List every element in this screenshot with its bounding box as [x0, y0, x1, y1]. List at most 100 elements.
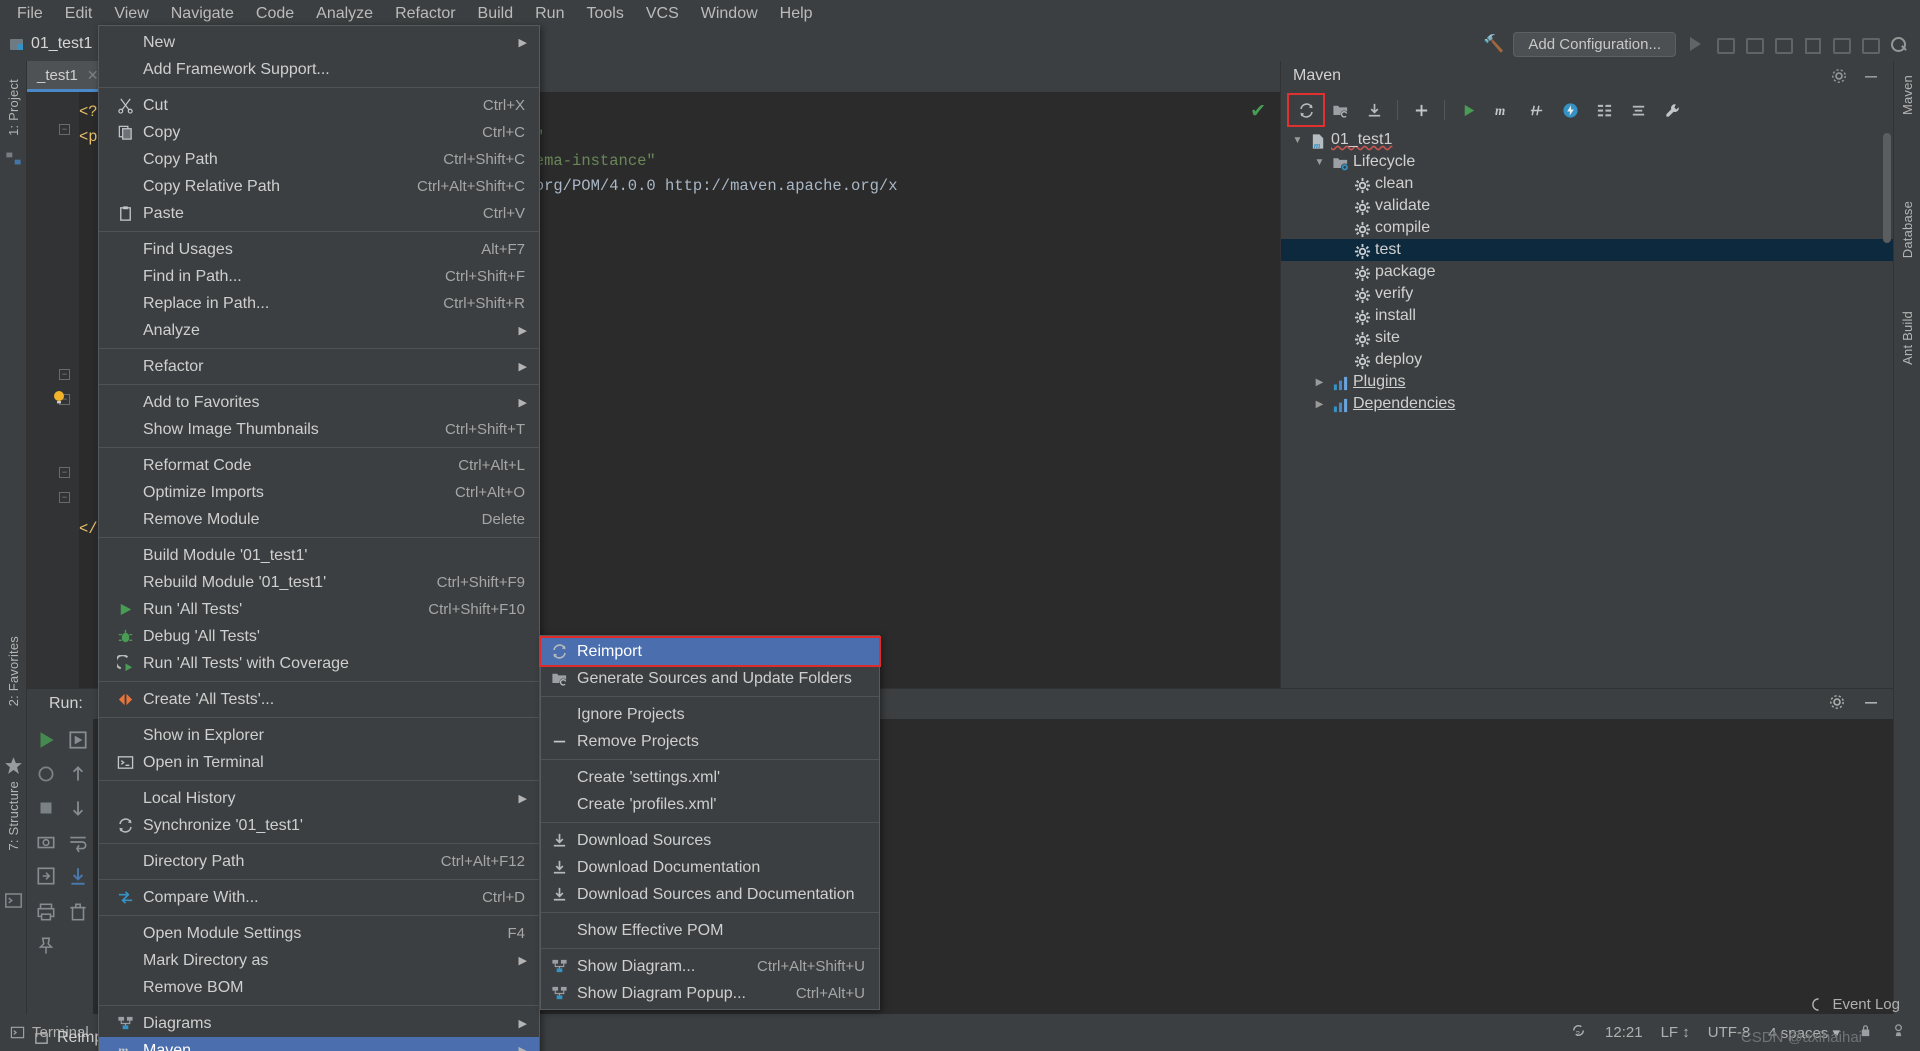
- show-dependencies-button[interactable]: [1587, 95, 1621, 125]
- sidebar-item-maven[interactable]: Maven: [1900, 75, 1915, 115]
- maven-tree-node-verify[interactable]: verify: [1281, 283, 1893, 305]
- menu-item-find-usages[interactable]: Find Usages Alt+F7: [99, 236, 539, 263]
- menu-item-download-documentation[interactable]: Download Documentation: [541, 854, 879, 881]
- sidebar-item-database[interactable]: Database: [1900, 201, 1915, 258]
- maven-tree-node-plugins[interactable]: ▶ Plugins: [1281, 371, 1893, 393]
- menu-item-add-framework-support[interactable]: Add Framework Support...: [99, 56, 539, 83]
- menu-code[interactable]: Code: [245, 3, 305, 25]
- favorites-star-icon[interactable]: [4, 756, 23, 775]
- menu-item-cut[interactable]: Cut Ctrl+X: [99, 92, 539, 119]
- maven-tree-node-install[interactable]: install: [1281, 305, 1893, 327]
- intention-bulb-icon[interactable]: [51, 390, 64, 406]
- run-panel-minimize-icon[interactable]: [1863, 694, 1879, 715]
- close-icon[interactable]: ✕: [87, 67, 99, 84]
- editor-tab-pom-xml[interactable]: _test1 ✕: [27, 61, 109, 92]
- settings-icon[interactable]: [1859, 34, 1880, 54]
- menu-item-show-in-explorer[interactable]: Show in Explorer: [99, 722, 539, 749]
- delete-trash-icon[interactable]: [67, 901, 89, 923]
- fold-marker[interactable]: −: [59, 467, 70, 478]
- menu-item-remove-module[interactable]: Remove Module Delete: [99, 506, 539, 533]
- run-panel-settings-gear-icon[interactable]: [1829, 694, 1845, 715]
- maven-panel-settings-gear-icon[interactable]: [1831, 68, 1847, 84]
- stop-icon[interactable]: [1801, 34, 1821, 54]
- profiler-icon[interactable]: [1772, 34, 1793, 54]
- event-log-button[interactable]: Event Log: [1811, 996, 1900, 1013]
- menu-view[interactable]: View: [103, 3, 159, 25]
- menu-item-create-settings-xml[interactable]: Create 'settings.xml': [541, 764, 879, 791]
- maven-tree-node-dependencies[interactable]: ▶ Dependencies: [1281, 393, 1893, 415]
- maven-tree-node-compile[interactable]: compile: [1281, 217, 1893, 239]
- debug-icon[interactable]: [1714, 34, 1735, 54]
- print-icon[interactable]: [35, 901, 57, 923]
- menu-item-show-diagram-popup[interactable]: Show Diagram Popup... Ctrl+Alt+U: [541, 980, 879, 1007]
- toggle-skip-tests-button[interactable]: [1519, 95, 1553, 125]
- menu-item-copy-relative-path[interactable]: Copy Relative Path Ctrl+Alt+Shift+C: [99, 173, 539, 200]
- maven-tree-node-deploy[interactable]: deploy: [1281, 349, 1893, 371]
- menu-item-refactor[interactable]: Refactor ▶: [99, 353, 539, 380]
- rerun-failed-icon[interactable]: [67, 729, 89, 751]
- sidebar-item-ant-build[interactable]: Ant Build: [1900, 311, 1915, 365]
- build-hammer-icon[interactable]: 🔨: [1483, 34, 1504, 54]
- menu-file[interactable]: File: [6, 3, 54, 25]
- menu-item-remove-bom[interactable]: Remove BOM: [99, 974, 539, 1001]
- menu-item-create-all-tests[interactable]: Create 'All Tests'...: [99, 686, 539, 713]
- maven-tree-node-lifecycle[interactable]: ▼ Lifecycle: [1281, 151, 1893, 173]
- menu-help[interactable]: Help: [769, 3, 824, 25]
- fold-marker[interactable]: −: [59, 369, 70, 380]
- camera-snapshot-icon[interactable]: [35, 831, 57, 853]
- sidebar-item-structure[interactable]: 7: Structure: [6, 781, 21, 851]
- menu-edit[interactable]: Edit: [54, 3, 104, 25]
- pin-icon[interactable]: [35, 935, 57, 957]
- fold-marker[interactable]: −: [59, 124, 70, 135]
- menu-item-reformat-code[interactable]: Reformat Code Ctrl+Alt+L: [99, 452, 539, 479]
- menu-item-remove-projects[interactable]: Remove Projects: [541, 728, 879, 755]
- menu-item-create-profiles-xml[interactable]: Create 'profiles.xml': [541, 791, 879, 818]
- structure-strip-icon[interactable]: [4, 149, 23, 168]
- export-icon[interactable]: [35, 865, 57, 887]
- download-sources-button[interactable]: [1357, 95, 1391, 125]
- menu-build[interactable]: Build: [467, 3, 525, 25]
- menu-item-synchronize-01-test1[interactable]: Synchronize '01_test1': [99, 812, 539, 839]
- menu-item-find-in-path[interactable]: Find in Path... Ctrl+Shift+F: [99, 263, 539, 290]
- menu-item-copy[interactable]: Copy Ctrl+C: [99, 119, 539, 146]
- menu-item-build-module-01-test1[interactable]: Build Module '01_test1': [99, 542, 539, 569]
- sidebar-item-project[interactable]: 1: Project: [6, 79, 21, 136]
- maven-tree-node-site[interactable]: site: [1281, 327, 1893, 349]
- collapse-all-button[interactable]: [1621, 95, 1655, 125]
- chevron-down-icon[interactable]: ▼: [1313, 157, 1326, 168]
- maven-tree-node-test[interactable]: test: [1281, 239, 1893, 261]
- menu-refactor[interactable]: Refactor: [384, 3, 466, 25]
- menu-item-debug-all-tests[interactable]: Debug 'All Tests': [99, 623, 539, 650]
- menu-item-reimport[interactable]: Reimport: [539, 636, 881, 667]
- menu-item-open-in-terminal[interactable]: Open in Terminal: [99, 749, 539, 776]
- chevron-right-icon[interactable]: ▶: [1313, 377, 1326, 388]
- menu-item-new[interactable]: New ▶: [99, 29, 539, 56]
- menu-analyze[interactable]: Analyze: [305, 3, 384, 25]
- maven-tree-node-clean[interactable]: clean: [1281, 173, 1893, 195]
- menu-item-show-diagram[interactable]: Show Diagram... Ctrl+Alt+Shift+U: [541, 953, 879, 980]
- menu-item-open-module-settings[interactable]: Open Module Settings F4: [99, 920, 539, 947]
- scroll-down-icon[interactable]: [67, 797, 89, 819]
- menu-item-analyze[interactable]: Analyze ▶: [99, 317, 539, 344]
- terminal-strip-icon[interactable]: [4, 891, 23, 910]
- sidebar-item-favorites[interactable]: 2: Favorites: [6, 636, 21, 706]
- menu-item-optimize-imports[interactable]: Optimize Imports Ctrl+Alt+O: [99, 479, 539, 506]
- menu-item-show-effective-pom[interactable]: Show Effective POM: [541, 917, 879, 944]
- toggle-offline-button[interactable]: [1553, 95, 1587, 125]
- maven-vertical-scrollbar[interactable]: [1883, 133, 1891, 243]
- menu-item-local-history[interactable]: Local History ▶: [99, 785, 539, 812]
- menu-item-copy-path[interactable]: Copy Path Ctrl+Shift+C: [99, 146, 539, 173]
- toggle-auto-scroll-icon[interactable]: [35, 763, 57, 785]
- menu-item-run-all-tests[interactable]: Run 'All Tests' Ctrl+Shift+F10: [99, 596, 539, 623]
- reimport-all-maven-projects-button[interactable]: [1287, 93, 1325, 127]
- soft-wrap-icon[interactable]: [67, 831, 89, 853]
- menu-item-show-image-thumbnails[interactable]: Show Image Thumbnails Ctrl+Shift+T: [99, 416, 539, 443]
- menu-navigate[interactable]: Navigate: [160, 3, 245, 25]
- generate-sources-button[interactable]: [1323, 95, 1357, 125]
- add-configuration-button[interactable]: Add Configuration...: [1513, 31, 1676, 57]
- run-with-coverage-icon[interactable]: [1743, 34, 1764, 54]
- maven-panel-minimize-icon[interactable]: [1863, 68, 1879, 84]
- download-arrow-icon[interactable]: [67, 865, 89, 887]
- menu-item-ignore-projects[interactable]: Ignore Projects: [541, 701, 879, 728]
- menu-window[interactable]: Window: [690, 3, 769, 25]
